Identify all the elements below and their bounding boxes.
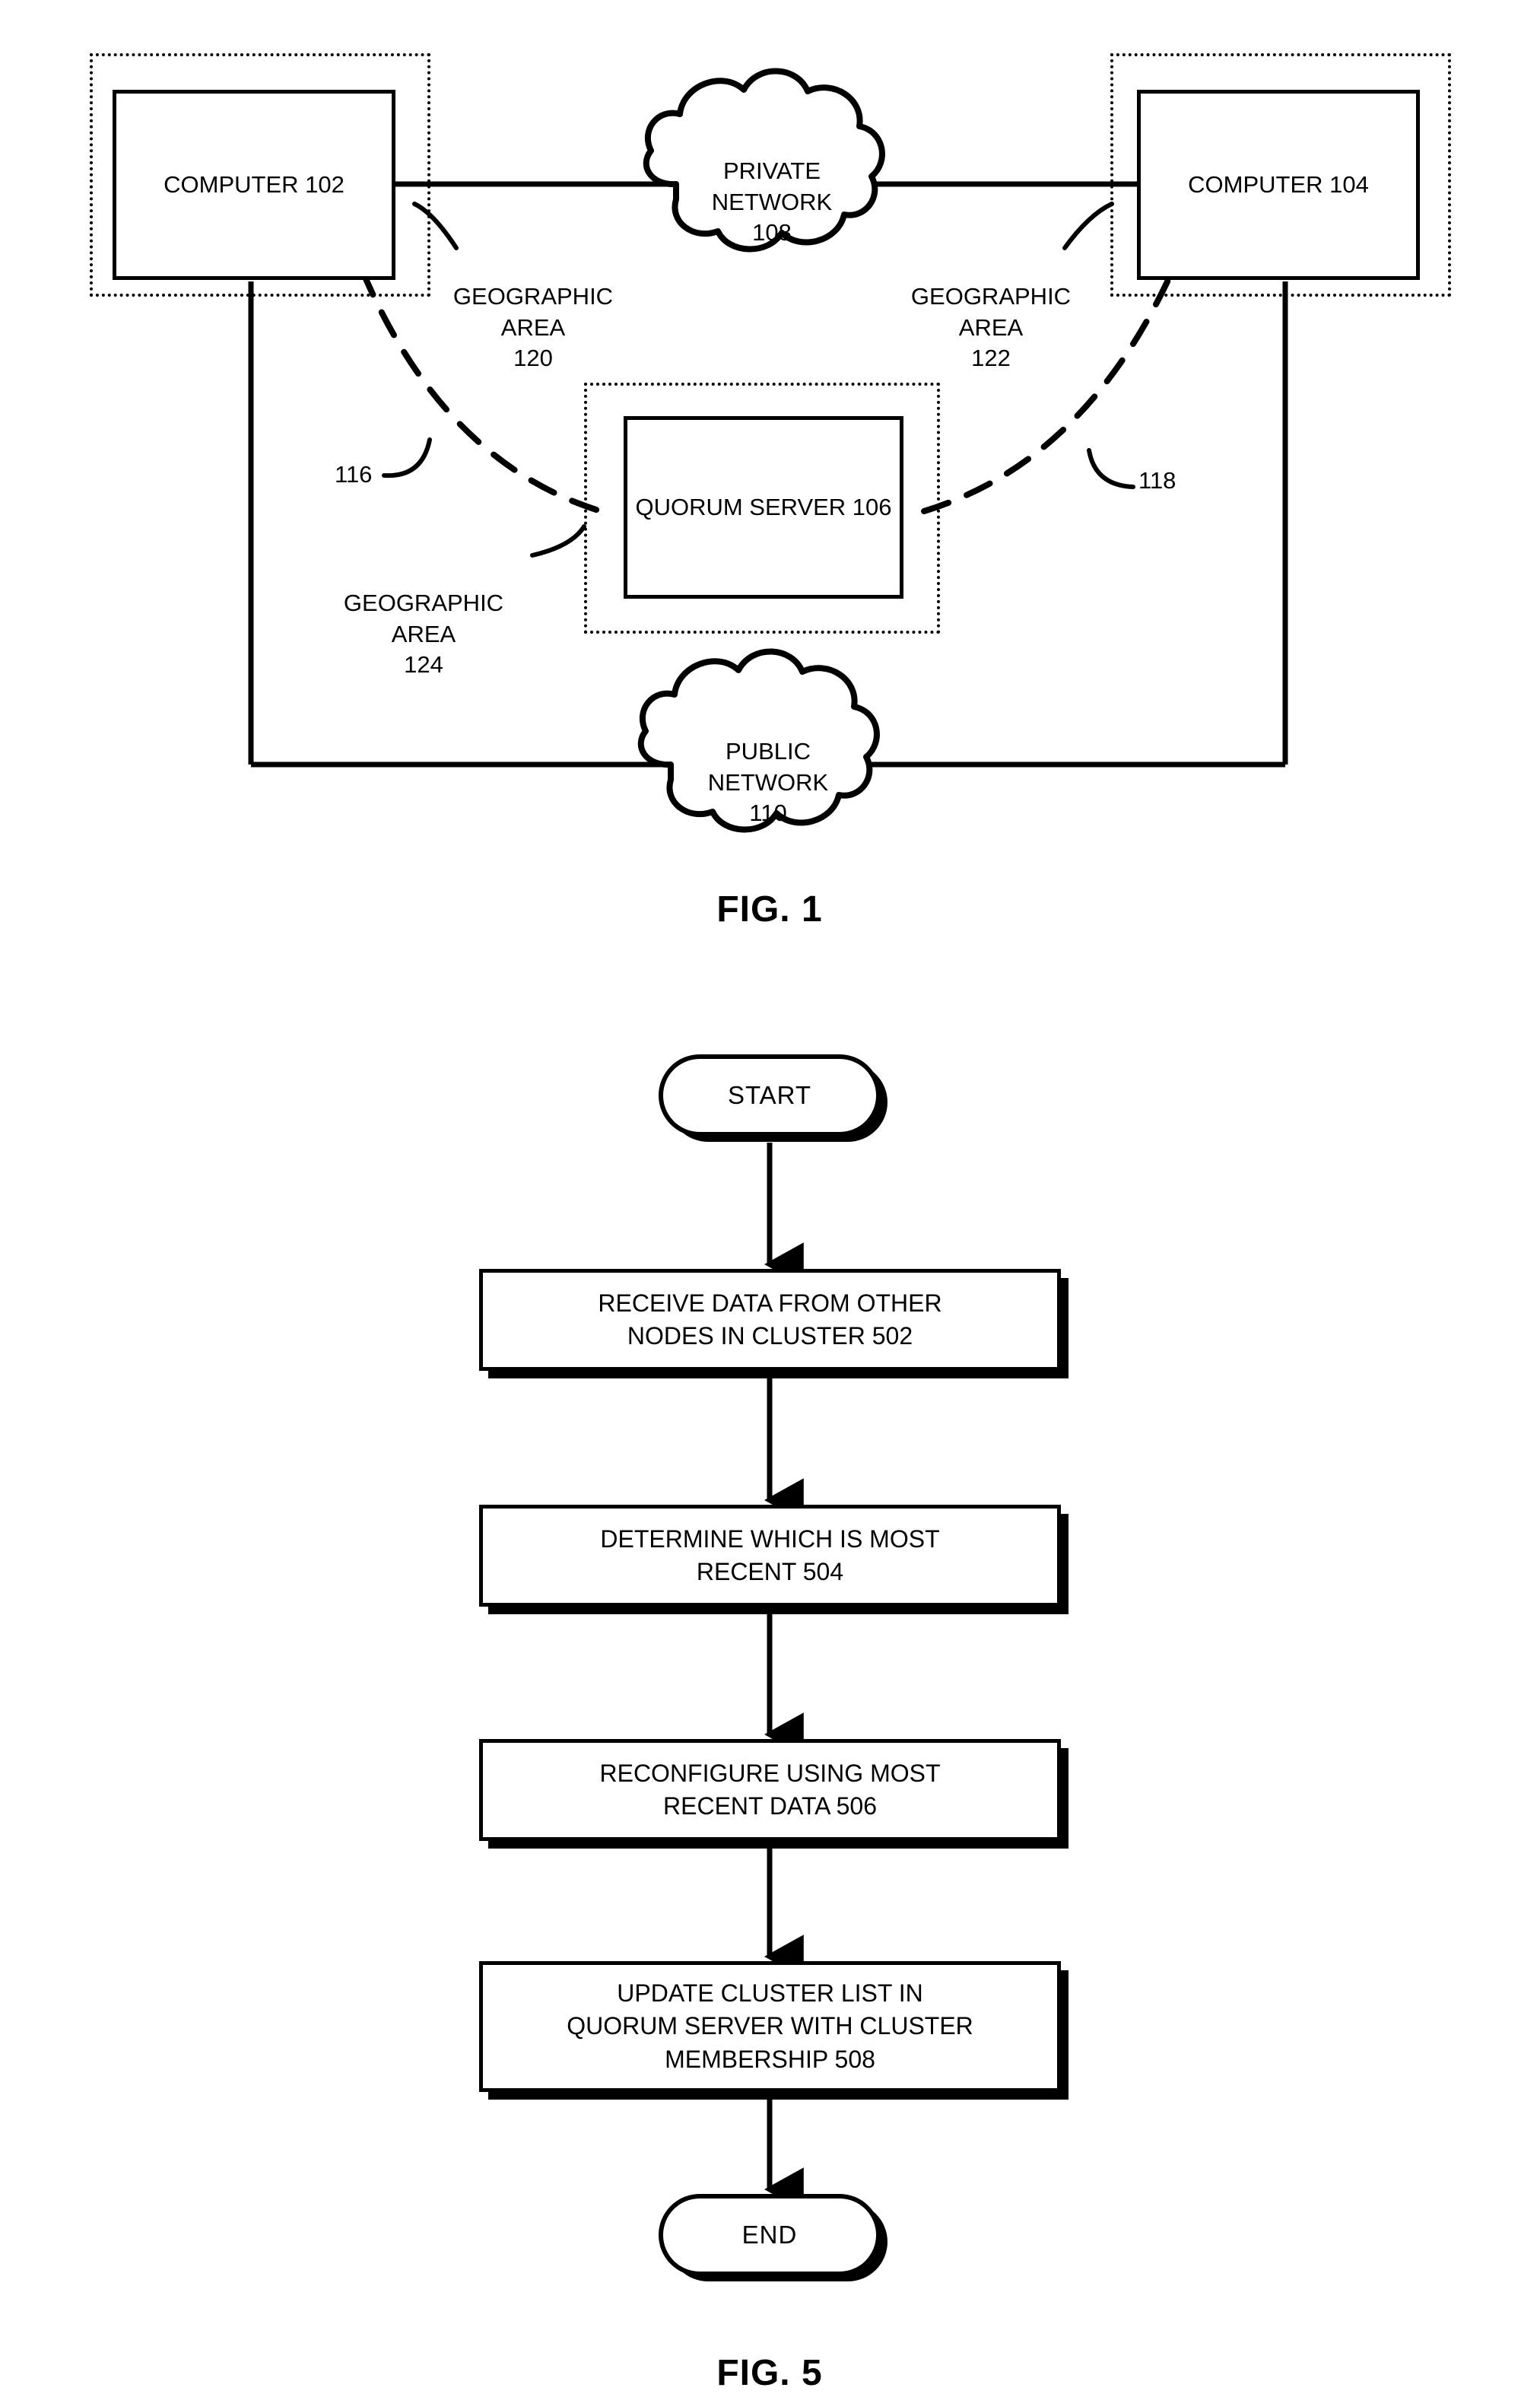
flow-start-label: START [727, 1081, 812, 1109]
geographic-area-124-text: GEOGRAPHIC AREA 124 [343, 590, 504, 678]
figure-1: COMPUTER 102 COMPUTER 104 QUORUM SERVER … [0, 0, 1540, 989]
figure-5-caption-text: FIG. 5 [716, 2353, 823, 2393]
node-computer-104-label: COMPUTER 104 [1188, 170, 1369, 198]
figure-1-caption-text: FIG. 1 [716, 889, 823, 930]
figure-5-caption: FIG. 5 [656, 2352, 884, 2394]
flow-step-502: RECEIVE DATA FROM OTHER NODES IN CLUSTER… [479, 1269, 1061, 1371]
reference-numeral-118-text: 118 [1138, 467, 1176, 494]
public-network-label: PUBLIC NETWORK 110 [669, 706, 867, 828]
public-network-text: PUBLIC NETWORK 110 [707, 738, 829, 826]
flow-start-terminator: START [659, 1054, 881, 1137]
flow-step-508: UPDATE CLUSTER LIST IN QUORUM SERVER WIT… [479, 1961, 1061, 2092]
flow-step-502-label: RECEIVE DATA FROM OTHER NODES IN CLUSTER… [598, 1289, 942, 1350]
figure-5: START RECEIVE DATA FROM OTHER NODES IN C… [0, 1027, 1540, 2393]
reference-numeral-118: 118 [1138, 466, 1176, 494]
private-network-text: PRIVATE NETWORK 108 [711, 157, 833, 246]
geographic-area-120-label: GEOGRAPHIC AREA 120 [423, 251, 643, 374]
flow-end-terminator: END [659, 2194, 881, 2276]
patent-figure-page: COMPUTER 102 COMPUTER 104 QUORUM SERVER … [0, 0, 1540, 2393]
leader-hook-116 [382, 437, 432, 478]
node-quorum-server-106-label: QUORUM SERVER 106 [635, 493, 892, 520]
geographic-area-122-text: GEOGRAPHIC AREA 122 [910, 283, 1072, 371]
geographic-area-120-text: GEOGRAPHIC AREA 120 [452, 283, 614, 371]
flow-step-504: DETERMINE WHICH IS MOST RECENT 504 [479, 1505, 1061, 1607]
node-quorum-server-106: QUORUM SERVER 106 [624, 416, 903, 599]
figure-1-caption: FIG. 1 [656, 889, 884, 930]
geographic-area-122-label: GEOGRAPHIC AREA 122 [881, 251, 1101, 374]
node-computer-102: COMPUTER 102 [113, 90, 395, 280]
flow-end-label: END [741, 2221, 798, 2249]
geographic-area-124-label: GEOGRAPHIC AREA 124 [313, 558, 534, 680]
leader-hook-geo122 [1062, 202, 1114, 250]
reference-numeral-116: 116 [335, 460, 372, 488]
node-computer-102-label: COMPUTER 102 [164, 170, 345, 198]
figure-5-connectors [764, 1143, 804, 2211]
private-network-label: PRIVATE NETWORK 108 [673, 126, 871, 248]
flow-step-504-label: DETERMINE WHICH IS MOST RECENT 504 [600, 1524, 940, 1585]
node-computer-104: COMPUTER 104 [1137, 90, 1420, 280]
flow-step-506-label: RECONFIGURE USING MOST RECENT DATA 506 [599, 1759, 941, 1820]
leader-hook-geo124 [530, 524, 586, 558]
flow-step-506: RECONFIGURE USING MOST RECENT DATA 506 [479, 1739, 1061, 1841]
reference-numeral-116-text: 116 [335, 461, 373, 488]
flow-step-508-label: UPDATE CLUSTER LIST IN QUORUM SERVER WIT… [567, 1979, 973, 2073]
leader-hook-118 [1087, 448, 1135, 489]
